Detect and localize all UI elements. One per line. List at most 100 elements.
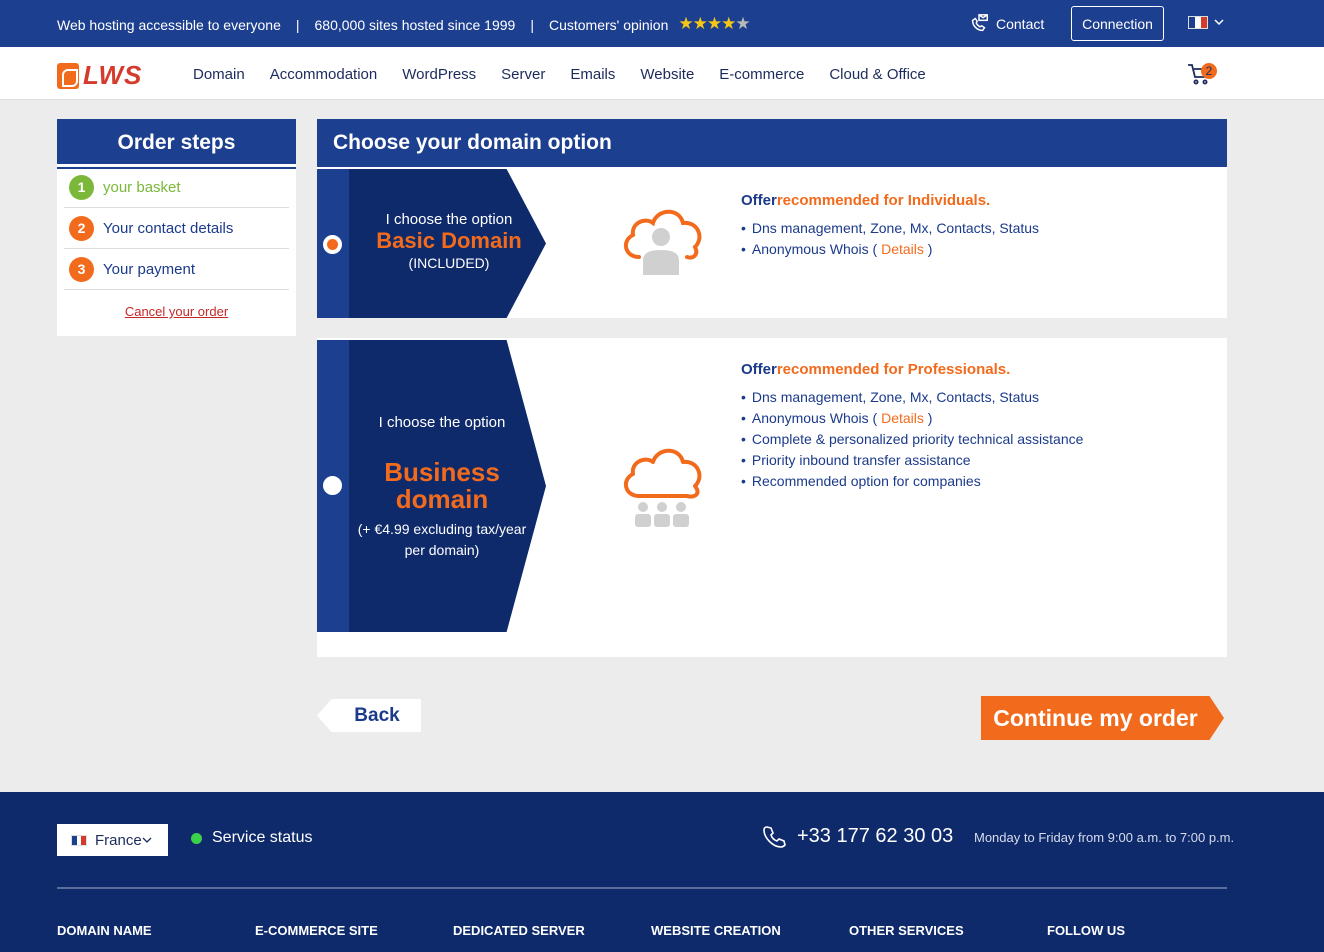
feature-item: Anonymous Whois ( Details ) bbox=[741, 408, 1083, 429]
footer-col-ecommerce[interactable]: E-COMMERCE SITE bbox=[255, 923, 453, 938]
feature-item: Dns management, Zone, Mx, Contacts, Stat… bbox=[741, 218, 1039, 239]
france-flag-icon bbox=[71, 834, 87, 846]
logo[interactable]: LWS bbox=[57, 60, 142, 91]
cancel-order-link[interactable]: Cancel your order bbox=[57, 304, 296, 319]
phone-label: +33 177 62 30 03 bbox=[797, 824, 954, 847]
option-basic-domain[interactable]: I choose the option Basic Domain (INCLUD… bbox=[317, 167, 1227, 318]
footer: France Service status +33 177 62 30 03 M… bbox=[0, 792, 1324, 952]
footer-col-other-services[interactable]: OTHER SERVICES bbox=[849, 923, 1047, 938]
feature-close: ) bbox=[927, 410, 933, 426]
separator: | bbox=[295, 17, 300, 33]
details-link[interactable]: Details bbox=[881, 410, 924, 426]
chevron-down-icon bbox=[1214, 19, 1224, 26]
nav-item-emails[interactable]: Emails bbox=[570, 66, 615, 83]
cart-count-badge: 2 bbox=[1201, 63, 1217, 79]
feature-item: Dns management, Zone, Mx, Contacts, Stat… bbox=[741, 387, 1083, 408]
chevron-down-icon bbox=[142, 837, 152, 843]
business-features: Offerrecommended for Professionals. Dns … bbox=[741, 361, 1083, 492]
step-number: 3 bbox=[69, 256, 94, 282]
feature-text: Anonymous Whois ( bbox=[751, 410, 878, 426]
feature-item: Anonymous Whois ( Details ) bbox=[741, 239, 1039, 260]
service-status-link[interactable]: Service status bbox=[191, 829, 312, 847]
step-number: 2 bbox=[69, 215, 94, 241]
feature-item: Complete & personalized priority technic… bbox=[741, 429, 1084, 450]
nav-item-ecommerce[interactable]: E-commerce bbox=[719, 66, 804, 83]
logo-mark-icon bbox=[57, 62, 79, 89]
phone-mail-icon bbox=[971, 14, 988, 32]
choose-text: I choose the option bbox=[385, 211, 513, 228]
feature-item: Priority inbound transfer assistance bbox=[741, 450, 1083, 471]
step-payment: 3 Your payment bbox=[64, 249, 289, 290]
phone-number[interactable]: +33 177 62 30 03 bbox=[763, 824, 953, 848]
cart-button[interactable]: 2 bbox=[1187, 63, 1217, 90]
feature-close: ) bbox=[927, 241, 933, 257]
country-label: France bbox=[95, 831, 142, 849]
basic-features: Offerrecommended for Individuals. Dns ma… bbox=[741, 192, 1039, 260]
main-nav: LWS Domain Accommodation WordPress Serve… bbox=[0, 47, 1324, 100]
offer-prefix: Offer bbox=[741, 192, 777, 209]
footer-col-dedicated-server[interactable]: DEDICATED SERVER bbox=[453, 923, 651, 938]
option-name: Basic Domain bbox=[376, 228, 522, 253]
order-steps: Order steps 1 your basket 2 Your contact… bbox=[57, 119, 296, 336]
option-price: (INCLUDED) bbox=[408, 255, 490, 271]
nav-item-server[interactable]: Server bbox=[501, 66, 545, 83]
option-business-domain[interactable]: I choose the option Business domain (+ €… bbox=[317, 338, 1227, 657]
nav-item-domain[interactable]: Domain bbox=[193, 66, 245, 83]
option-name: Business domain bbox=[384, 457, 500, 514]
option-label-arrow[interactable]: I choose the option Business domain (+ €… bbox=[349, 340, 546, 632]
footer-col-domain-name[interactable]: DOMAIN NAME bbox=[57, 923, 255, 938]
footer-columns: DOMAIN NAME E-COMMERCE SITE DEDICATED SE… bbox=[57, 923, 1245, 938]
basic-domain-radio[interactable] bbox=[323, 235, 342, 254]
contact-label: Contact bbox=[996, 16, 1045, 32]
tagline: Web hosting accessible to everyone | 680… bbox=[57, 14, 751, 35]
cloud-team-icon bbox=[619, 446, 705, 535]
rating-stars[interactable]: ★★★★★ bbox=[678, 14, 750, 34]
feature-item: Recommended option for companies bbox=[741, 471, 1083, 492]
service-status-label: Service status bbox=[212, 829, 313, 846]
status-dot-icon bbox=[191, 832, 202, 844]
footer-col-website-creation[interactable]: WEBSITE CREATION bbox=[651, 923, 849, 938]
footer-col-follow-us[interactable]: FOLLOW US bbox=[1047, 923, 1245, 938]
step-basket[interactable]: 1 your basket bbox=[64, 167, 289, 208]
opening-hours: Monday to Friday from 9:00 a.m. to 7:00 … bbox=[974, 830, 1235, 845]
back-button[interactable]: Back bbox=[317, 699, 421, 732]
offer-title: Offerrecommended for Individuals. bbox=[741, 192, 1039, 209]
nav-item-website[interactable]: Website bbox=[640, 66, 694, 83]
separator: | bbox=[530, 17, 534, 33]
order-steps-title: Order steps bbox=[57, 119, 296, 167]
choose-text: I choose the option bbox=[378, 414, 506, 431]
customers-opinion-link[interactable]: Customers' opinion bbox=[549, 17, 668, 33]
nav-item-cloud-office[interactable]: Cloud & Office bbox=[829, 66, 925, 83]
step-number: 1 bbox=[69, 174, 94, 200]
logo-text: LWS bbox=[83, 60, 143, 90]
contact-link[interactable]: Contact bbox=[968, 13, 1044, 35]
top-bar: Web hosting accessible to everyone | 680… bbox=[0, 0, 1324, 47]
offer-highlight: recommended for Individuals. bbox=[776, 192, 991, 209]
step-contact-details: 2 Your contact details bbox=[64, 208, 289, 249]
france-flag-icon bbox=[1188, 16, 1208, 29]
tagline-text: Web hosting accessible to everyone bbox=[57, 17, 281, 33]
step-label: Your payment bbox=[103, 260, 196, 278]
country-select[interactable]: France bbox=[57, 824, 168, 856]
offer-highlight: recommended for Professionals. bbox=[776, 361, 1011, 378]
cloud-user-icon bbox=[619, 201, 705, 282]
sites-hosted: 680,000 sites hosted since 1999 bbox=[314, 17, 516, 33]
offer-prefix: Offer bbox=[741, 361, 777, 378]
business-domain-radio[interactable] bbox=[323, 476, 342, 495]
step-label: Your contact details bbox=[103, 219, 234, 237]
continue-order-button[interactable]: Continue my order bbox=[981, 696, 1224, 740]
nav-item-wordpress[interactable]: WordPress bbox=[402, 66, 476, 83]
footer-divider bbox=[57, 887, 1227, 889]
nav-item-accommodation[interactable]: Accommodation bbox=[270, 66, 378, 83]
half-star-icon: ★ bbox=[735, 14, 750, 33]
offer-title: Offerrecommended for Professionals. bbox=[741, 361, 1083, 378]
menu: Domain Accommodation WordPress Server Em… bbox=[193, 66, 926, 83]
panel-title: Choose your domain option bbox=[317, 119, 1227, 167]
connection-button[interactable]: Connection bbox=[1071, 6, 1164, 41]
language-selector[interactable] bbox=[1188, 16, 1224, 29]
feature-text: Anonymous Whois ( bbox=[751, 241, 878, 257]
details-link[interactable]: Details bbox=[881, 241, 924, 257]
phone-icon bbox=[763, 826, 786, 848]
option-price: (+ €4.99 excluding tax/year per domain) bbox=[357, 521, 527, 558]
option-label-arrow[interactable]: I choose the option Basic Domain (INCLUD… bbox=[349, 169, 546, 318]
